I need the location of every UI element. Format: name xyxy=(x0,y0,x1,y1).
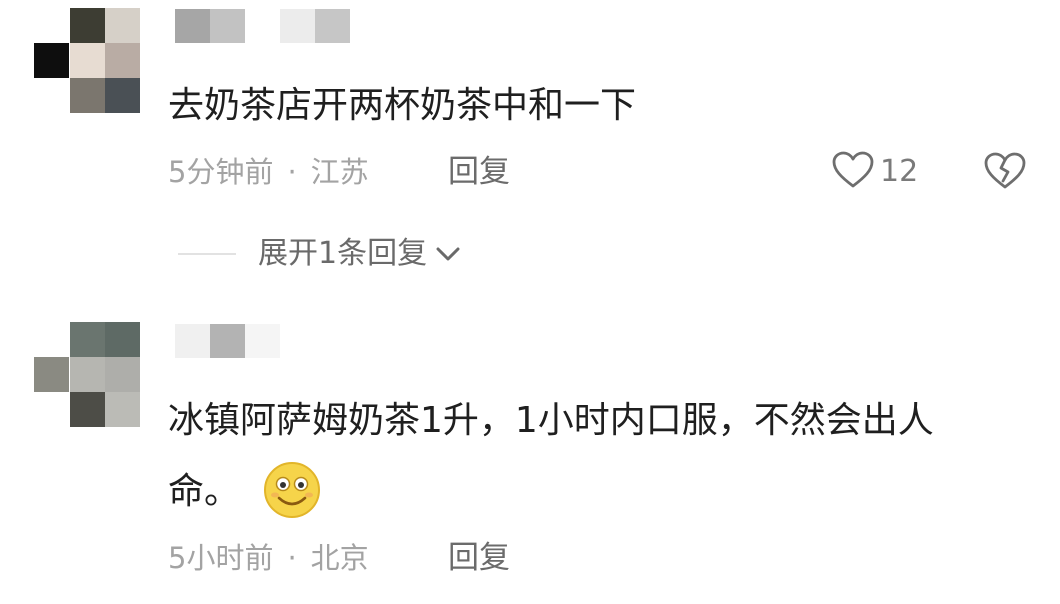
meta-separator: · xyxy=(287,155,297,189)
expand-divider-line xyxy=(178,253,236,255)
expand-replies-label: 展开1条回复 xyxy=(258,236,428,271)
reply-button[interactable]: 回复 xyxy=(448,540,510,576)
like-count: 12 xyxy=(880,154,919,189)
heart-outline-icon xyxy=(832,151,874,193)
comment-meta: 5分钟前 · 江苏 xyxy=(168,154,369,190)
reply-button[interactable]: 回复 xyxy=(448,154,510,190)
avatar[interactable] xyxy=(34,322,140,428)
comment-location: 北京 xyxy=(310,541,369,575)
comment-time: 5小时前 xyxy=(168,541,274,575)
dislike-button[interactable] xyxy=(984,152,1026,194)
comment-text-line-2: 命。 xyxy=(168,471,241,512)
comment-location: 江苏 xyxy=(310,155,369,189)
smiley-face-emoji xyxy=(262,460,322,524)
meta-separator: · xyxy=(287,541,297,575)
expand-replies[interactable]: 展开1条回复 xyxy=(178,234,461,274)
broken-heart-icon xyxy=(984,152,1026,194)
chevron-down-icon xyxy=(435,245,461,263)
comment-meta: 5小时前 · 北京 xyxy=(168,540,369,576)
like-button[interactable]: 12 xyxy=(832,151,918,193)
comment-text: 去奶茶店开两杯奶茶中和一下 xyxy=(168,85,637,126)
username-blurred[interactable] xyxy=(175,9,355,43)
comment-time: 5分钟前 xyxy=(168,155,274,189)
avatar[interactable] xyxy=(34,8,140,114)
username-blurred[interactable] xyxy=(175,324,285,358)
comment-text-line-1: 冰镇阿萨姆奶茶1升，1小时内口服，不然会出人 xyxy=(168,400,934,441)
